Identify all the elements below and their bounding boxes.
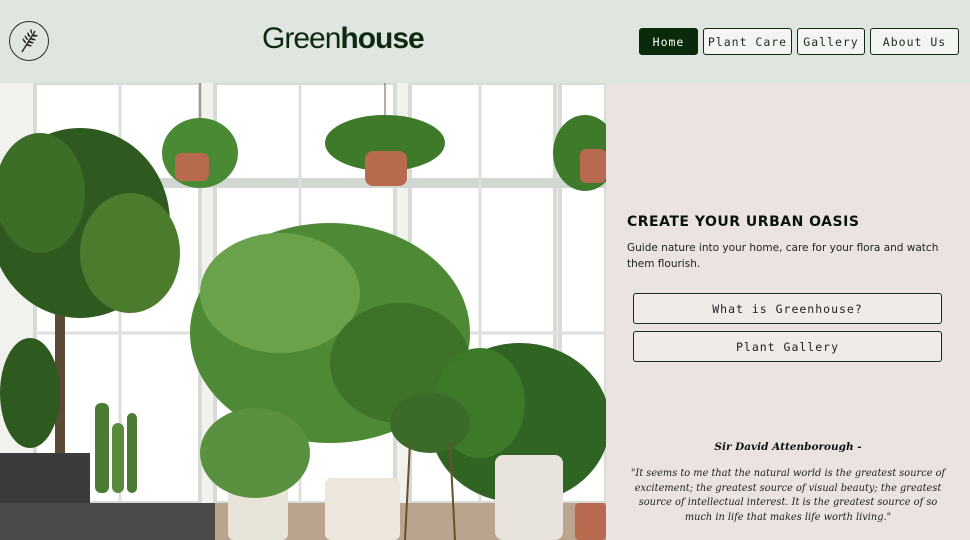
indoor-plants-photo xyxy=(0,83,606,540)
nav-plant-care-button[interactable]: Plant Care xyxy=(703,28,792,55)
plant-gallery-button[interactable]: Plant Gallery xyxy=(633,331,942,362)
quote-text: "It seems to me that the natural world i… xyxy=(630,468,946,524)
fern-leaf-icon[interactable] xyxy=(9,21,49,61)
page-title: CREATE YOUR URBAN OASIS xyxy=(627,214,860,230)
intro-text: Guide nature into your home, care for yo… xyxy=(627,242,939,270)
nav-gallery-button[interactable]: Gallery xyxy=(797,28,865,55)
quote-author: Sir David Attenborough - xyxy=(714,441,862,453)
site-header: Greenhouse Home Plant Care Gallery About… xyxy=(0,0,970,83)
brand-wordmark[interactable]: Greenhouse xyxy=(262,22,425,56)
nav-about-us-button[interactable]: About Us xyxy=(870,28,959,55)
intro-panel: CREATE YOUR URBAN OASIS Guide nature int… xyxy=(606,83,970,540)
what-is-greenhouse-button[interactable]: What is Greenhouse? xyxy=(633,293,942,324)
nav-home-button[interactable]: Home xyxy=(639,28,698,55)
